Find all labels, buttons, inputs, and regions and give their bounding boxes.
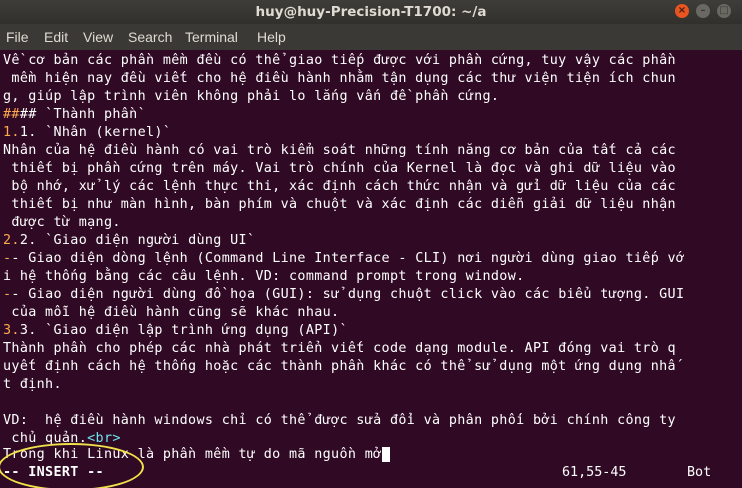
text-line: VD: hệ điều hành windows chỉ có thể được…: [3, 413, 676, 428]
text-line: i hệ thống bằng các câu lệnh. VD: comman…: [3, 269, 525, 284]
menu-bar: File Edit View Search Terminal Help: [0, 24, 742, 50]
text-line: 2.2. `Giao diện người dùng UI`: [3, 232, 255, 250]
menu-terminal[interactable]: Terminal: [185, 29, 238, 45]
text-line: t định.: [3, 377, 62, 392]
maximize-window-button[interactable]: □: [717, 4, 731, 18]
text-cursor: [381, 447, 390, 462]
list-text: 1. `Nhân (kernel)`: [19, 125, 172, 140]
scrollbar[interactable]: [735, 50, 742, 488]
text-line: Thành phần cho phép các nhà phát triển v…: [3, 341, 676, 356]
bullet-text: - Giao diện người dùng đồ họa (GUI): sử …: [11, 287, 685, 302]
text-line: 1.1. `Nhân (kernel)`: [3, 124, 171, 142]
text-line: Nhân của hệ điều hành có vai trò kiểm so…: [3, 143, 676, 158]
list-number: 2.: [3, 233, 20, 248]
text-line: uyết định cách hệ thống hoặc các thành p…: [3, 359, 676, 374]
text-line: -- Giao diện dòng lệnh (Command Line Int…: [3, 250, 684, 268]
heading-text: ## `Thành phần`: [19, 107, 147, 122]
menu-search[interactable]: Search: [128, 29, 172, 45]
text-line: #### `Thành phần`: [3, 106, 146, 124]
menu-file[interactable]: File: [6, 29, 29, 45]
scroll-position: Bot: [687, 465, 712, 480]
title-bar: huy@huy-Precision-T1700: ~/a × – □: [0, 0, 742, 24]
text-line: bộ nhớ, xử lý các lệnh thực thi, xác địn…: [3, 179, 676, 194]
text-line: Về cơ bản các phần mềm đều có thể giao t…: [3, 53, 676, 68]
list-text: 3. `Giao diện lập trình ứng dụng (API)`: [19, 323, 348, 338]
list-number: 3.: [3, 323, 20, 338]
highlight-circle: [0, 443, 144, 488]
menu-help[interactable]: Help: [257, 29, 286, 45]
heading-marker: ##: [3, 107, 20, 122]
menu-view[interactable]: View: [83, 29, 113, 45]
bullet-text: - Giao diện dòng lệnh (Command Line Inte…: [11, 251, 685, 266]
text-line: mềm hiện nay đều viết cho hệ điều hành n…: [3, 71, 676, 86]
text-line: thiết bị như màn hình, bàn phím và chuột…: [3, 197, 676, 212]
text-line: 3.3. `Giao diện lập trình ứng dụng (API)…: [3, 322, 348, 340]
minimize-window-button[interactable]: –: [696, 4, 710, 18]
cursor-position: 61,55-45: [562, 465, 627, 480]
text-line: thiết bị phần cứng trên máy. Vai trò chí…: [3, 161, 676, 176]
window-title: huy@huy-Precision-T1700: ~/a: [255, 4, 487, 20]
text-line: được từ mạng.: [3, 215, 121, 230]
close-window-button[interactable]: ×: [675, 4, 689, 18]
text-line: của mỗi hệ điều hành cũng sẽ khác nhau.: [3, 305, 340, 320]
text-line: g, giúp lập trình viên không phải lo lắn…: [3, 89, 500, 104]
text-line: -- Giao diện người dùng đồ họa (GUI): sử…: [3, 286, 684, 304]
terminal-area[interactable]: Về cơ bản các phần mềm đều có thể giao t…: [0, 50, 742, 488]
menu-edit[interactable]: Edit: [44, 29, 68, 45]
list-number: 1.: [3, 125, 20, 140]
list-text: 2. `Giao diện người dùng UI`: [19, 233, 256, 248]
